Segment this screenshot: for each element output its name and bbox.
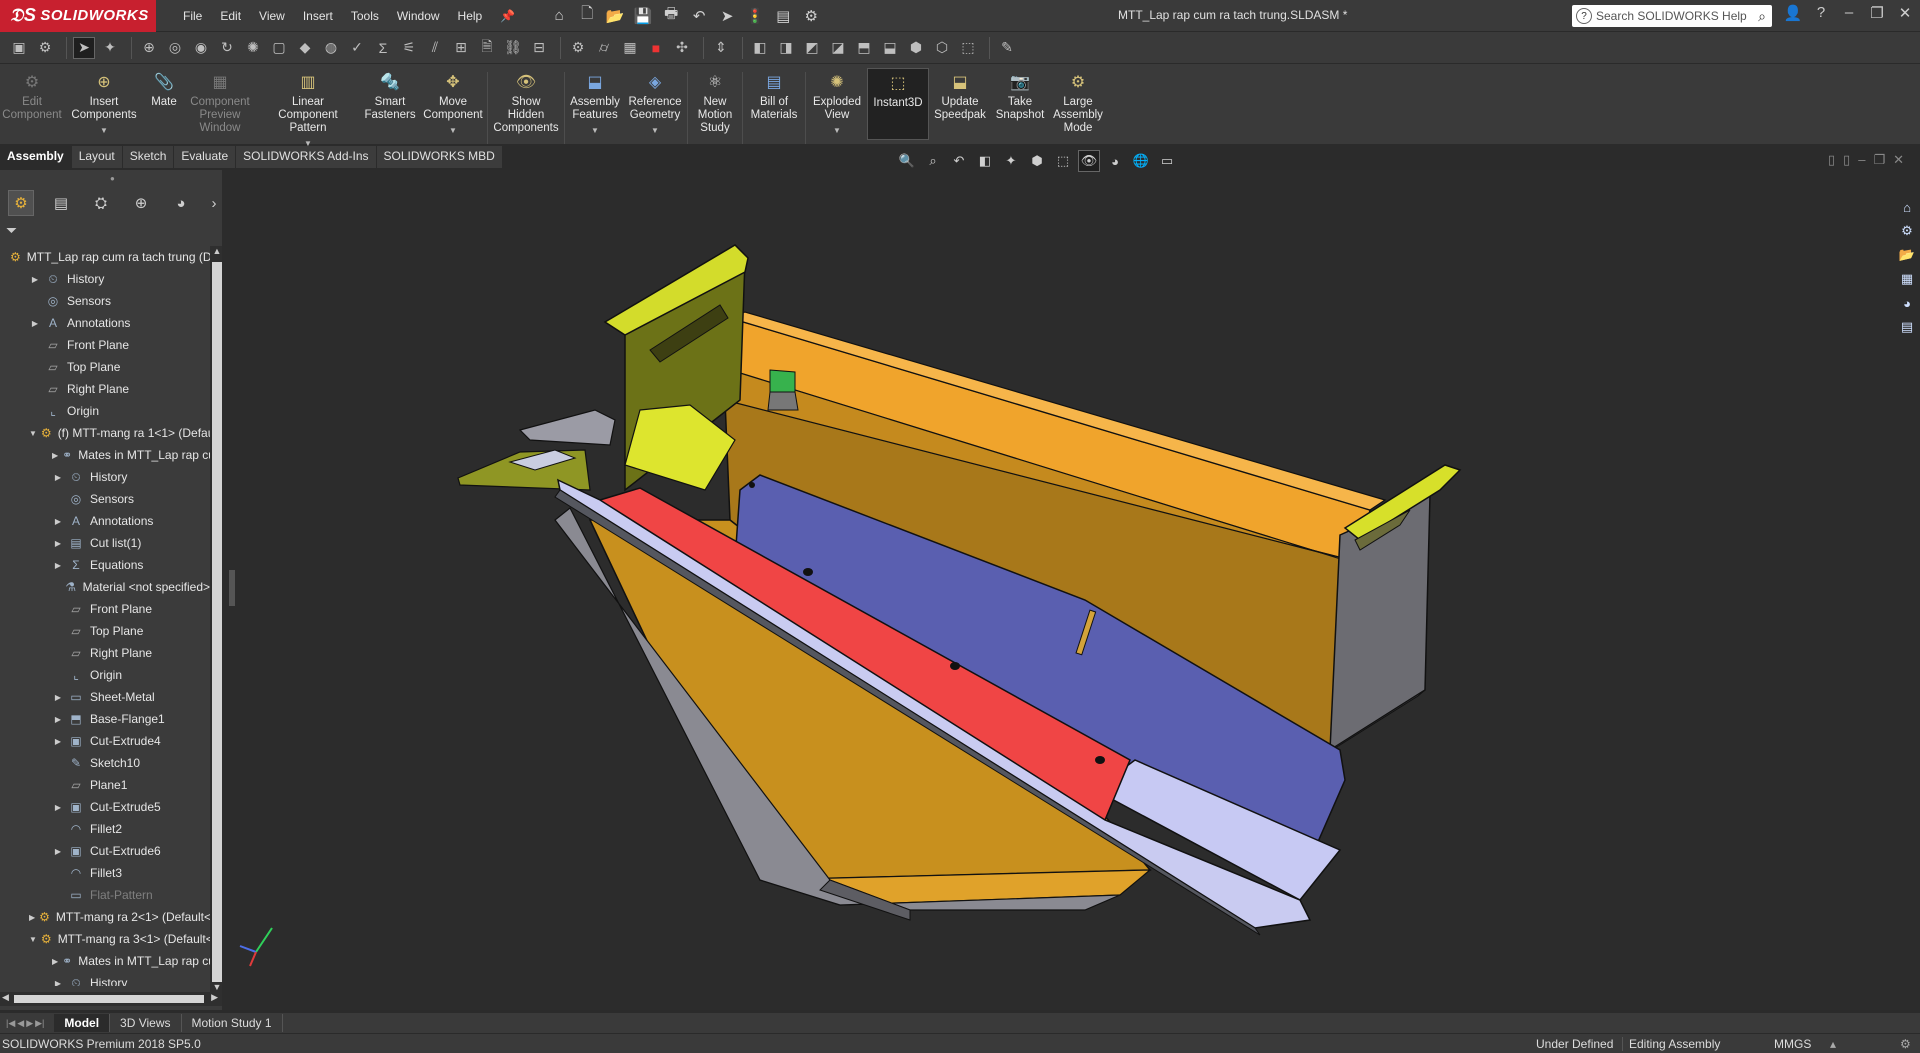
reference-triad xyxy=(239,927,273,967)
red-plate-hole-2[interactable] xyxy=(950,662,960,670)
units-dropdown-icon[interactable]: ▴ xyxy=(1830,1037,1836,1051)
grey-clip-post[interactable] xyxy=(767,391,799,411)
tab-model[interactable]: Model xyxy=(54,1014,111,1032)
status-units[interactable]: MMGS xyxy=(1774,1037,1811,1051)
status-version: SOLIDWORKS Premium 2018 SP5.0 xyxy=(2,1036,201,1051)
left-grey-flap[interactable] xyxy=(518,409,616,446)
purple-hole-1[interactable] xyxy=(749,482,755,488)
bottom-tab-bar: |◀ ◀ ▶ ▶| Model 3D Views Motion Study 1 xyxy=(0,1013,1920,1033)
red-plate-hole-1[interactable] xyxy=(803,568,813,576)
tab-3d-views[interactable]: 3D Views xyxy=(110,1014,182,1032)
tab-motion-study-1[interactable]: Motion Study 1 xyxy=(182,1014,283,1032)
assembly-3d-model[interactable] xyxy=(0,0,1920,1053)
status-definition: Under Defined xyxy=(1536,1036,1614,1051)
status-editing-mode: Editing Assembly xyxy=(1622,1036,1720,1051)
tab-navigation: |◀ ◀ ▶ ▶| xyxy=(6,1018,44,1029)
red-plate-hole-3[interactable] xyxy=(1095,756,1105,764)
green-clip[interactable] xyxy=(769,369,796,393)
status-options-icon[interactable]: ⚙ xyxy=(1900,1037,1911,1051)
tab-prev-icon[interactable]: ◀ xyxy=(17,1018,24,1029)
tab-last-icon[interactable]: ▶| xyxy=(35,1018,44,1029)
status-bar: SOLIDWORKS Premium 2018 SP5.0 Under Defi… xyxy=(0,1033,1920,1053)
tab-first-icon[interactable]: |◀ xyxy=(6,1018,15,1029)
tab-next-icon[interactable]: ▶ xyxy=(26,1018,33,1029)
